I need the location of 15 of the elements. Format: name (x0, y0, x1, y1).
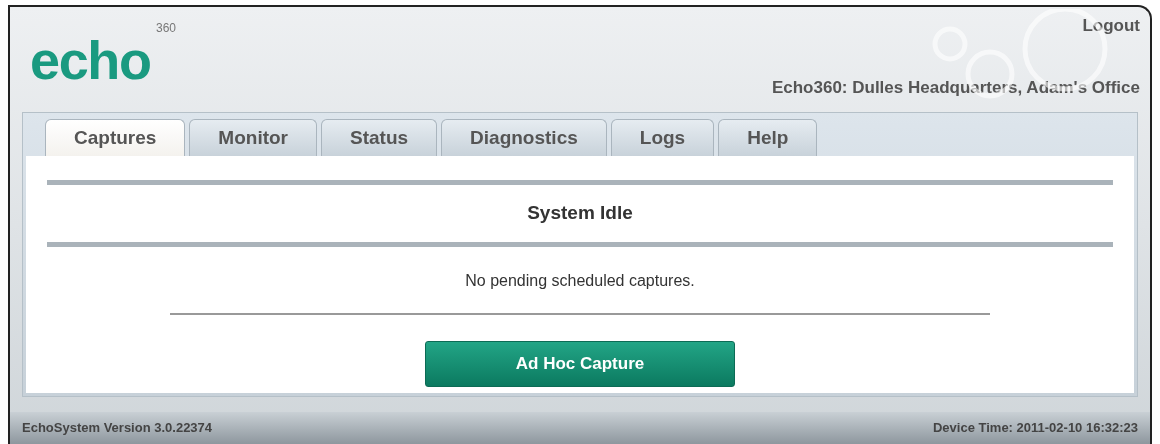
tab[interactable]: Logs (610, 119, 715, 156)
device-time-text: Device Time: 2011-02-10 16:32:23 (933, 419, 1138, 438)
logo: echo (30, 35, 151, 85)
tab[interactable]: Monitor (189, 119, 317, 156)
tab[interactable]: Diagnostics (441, 119, 607, 156)
status-message: No pending scheduled captures. (465, 270, 695, 291)
tab[interactable]: Status (321, 119, 438, 156)
logout-link[interactable]: Logout (1082, 13, 1140, 39)
tab[interactable]: Captures (45, 119, 186, 156)
tab[interactable]: Help (718, 119, 818, 156)
status-heading: System Idle (527, 201, 633, 225)
logo-superscript: 360 (155, 21, 176, 35)
location-title: Echo360: Dulles Headquarters, Adam's Office (771, 76, 1140, 99)
version-text: EchoSystem Version 3.0.22374 (22, 419, 213, 438)
ad-hoc-capture-button[interactable]: Ad Hoc Capture (425, 340, 735, 387)
